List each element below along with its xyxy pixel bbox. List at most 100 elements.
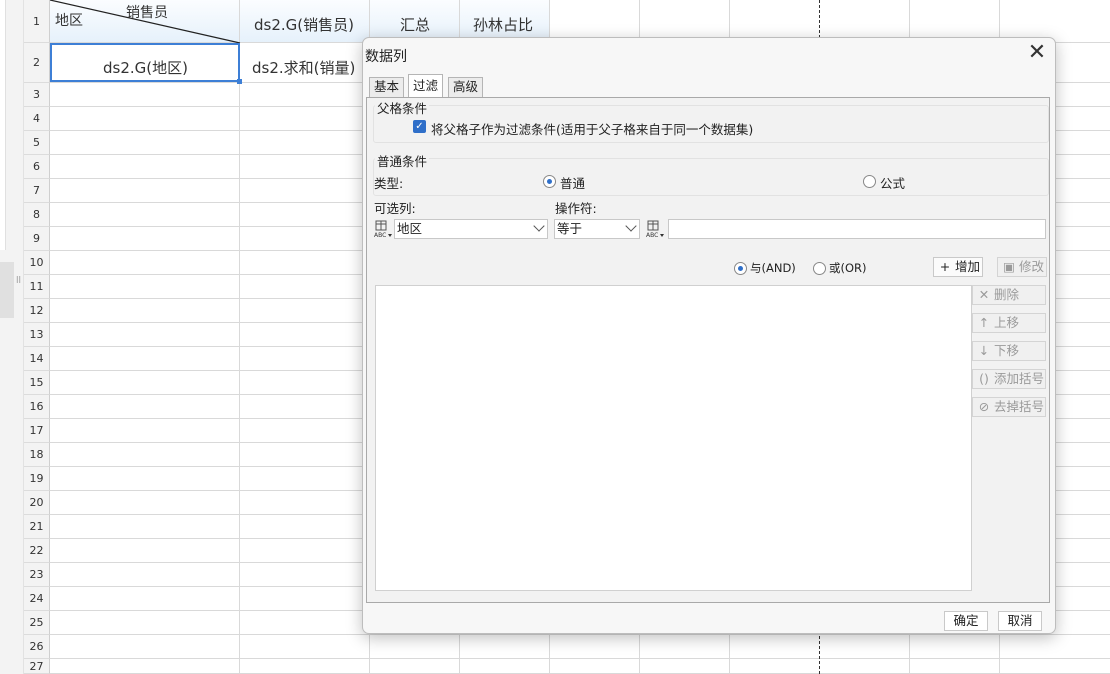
type-normal-label: 普通 (560, 176, 586, 191)
left-panel-strip: ll (0, 0, 24, 674)
abc-column-icon: ABC (374, 220, 392, 239)
normal-condition-title: 普通条件 (375, 151, 430, 170)
fill-handle[interactable] (237, 79, 242, 84)
row-number[interactable]: 9 (24, 227, 50, 251)
panel-resize-handle[interactable] (0, 262, 14, 318)
logic-or-label: 或(OR) (829, 261, 867, 275)
move-down-label: 下移 (994, 343, 1020, 358)
plus-icon: + (939, 259, 951, 274)
arrow-down-icon: ↓ (978, 343, 990, 358)
tab-basic[interactable]: 基本 (369, 77, 405, 97)
operator-label: 操作符: (555, 201, 597, 216)
chevron-down-icon (625, 220, 637, 232)
cell-b1[interactable]: ds2.G(销售员) (254, 14, 354, 35)
row-number[interactable]: 19 (24, 467, 50, 491)
left-panel-inner (0, 0, 6, 250)
column-label: 可选列: (374, 201, 416, 216)
type-label: 类型: (374, 176, 404, 191)
ok-button[interactable]: 确定 (944, 611, 988, 631)
add-condition-button[interactable]: + 增加 (933, 257, 983, 277)
dialog-title: 数据列 (365, 49, 407, 65)
row-number[interactable]: 26 (24, 635, 50, 659)
row-number[interactable]: 3 (24, 83, 50, 107)
logic-and-label: 与(AND) (750, 261, 796, 275)
row-number[interactable]: 10 (24, 251, 50, 275)
splitter-grip: ll (16, 276, 22, 286)
cell-d1[interactable]: 孙林占比 (473, 14, 533, 35)
arrow-up-icon: ↑ (978, 315, 990, 330)
row-number[interactable]: 13 (24, 323, 50, 347)
cell-b2[interactable]: ds2.求和(销量) (252, 57, 355, 78)
svg-text:ABC: ABC (646, 232, 658, 239)
header-cell-region[interactable]: 地区 (55, 10, 83, 30)
parent-filter-checkbox[interactable]: ✓ (413, 120, 426, 133)
row-number[interactable]: 22 (24, 539, 50, 563)
logic-or-radio[interactable] (813, 262, 826, 275)
logic-and-radio[interactable] (734, 262, 747, 275)
chevron-down-icon (533, 220, 545, 232)
type-normal-radio[interactable] (543, 175, 556, 188)
move-down-button[interactable]: ↓ 下移 (972, 341, 1046, 361)
modify-condition-button[interactable]: ▣ 修改 (997, 257, 1047, 277)
close-icon[interactable]: ✕ (1025, 42, 1049, 66)
svg-text:ABC: ABC (374, 232, 386, 239)
remove-bracket-icon: ⊘ (978, 399, 990, 414)
column-select-value: 地区 (397, 221, 423, 236)
row-number[interactable]: 2 (24, 43, 50, 83)
row-number[interactable]: 16 (24, 395, 50, 419)
row-number[interactable]: 6 (24, 155, 50, 179)
row-gridline (50, 658, 1110, 659)
add-condition-label: 增加 (955, 259, 981, 274)
move-up-label: 上移 (994, 315, 1020, 330)
x-icon: ✕ (978, 287, 990, 302)
column-select[interactable]: 地区 (394, 219, 548, 239)
tab-filter[interactable]: 过滤 (408, 74, 444, 97)
parent-filter-label: 将父格子作为过滤条件(适用于父子格来自于同一个数据集) (431, 122, 754, 137)
tab-advanced[interactable]: 高级 (448, 77, 484, 97)
row-number[interactable]: 17 (24, 419, 50, 443)
add-bracket-label: 添加括号 (994, 371, 1045, 386)
operator-select-value: 等于 (557, 221, 583, 236)
header-cell-salesperson[interactable]: 销售员 (126, 2, 168, 22)
row-number[interactable]: 23 (24, 563, 50, 587)
filter-tab-panel: 父格条件 ✓ 将父格子作为过滤条件(适用于父子格来自于同一个数据集) 普通条件 … (366, 97, 1050, 603)
cell-c1[interactable]: 汇总 (400, 14, 430, 35)
bracket-icon: () (979, 371, 989, 386)
row-number[interactable]: 11 (24, 275, 50, 299)
row-number[interactable]: 5 (24, 131, 50, 155)
data-column-dialog: 数据列 ✕ 基本 过滤 高级 父格条件 ✓ 将父格子作为过滤条件(适用于父子格来… (362, 37, 1056, 634)
row-number[interactable]: 1 (24, 0, 50, 43)
move-up-button[interactable]: ↑ 上移 (972, 313, 1046, 333)
normal-condition-group (373, 158, 1049, 196)
remove-bracket-button[interactable]: ⊘ 去掉括号 (972, 397, 1046, 417)
row-number[interactable]: 20 (24, 491, 50, 515)
row-number[interactable]: 14 (24, 347, 50, 371)
edit-icon: ▣ (1003, 259, 1015, 274)
row-number[interactable]: 7 (24, 179, 50, 203)
operator-select[interactable]: 等于 (554, 219, 640, 239)
row-number[interactable]: 21 (24, 515, 50, 539)
type-formula-label: 公式 (880, 176, 906, 191)
condition-value-input[interactable] (668, 219, 1046, 239)
row-number[interactable]: 18 (24, 443, 50, 467)
cancel-button[interactable]: 取消 (998, 611, 1042, 631)
row-number[interactable]: 24 (24, 587, 50, 611)
delete-label: 删除 (994, 287, 1020, 302)
condition-list[interactable] (375, 285, 972, 591)
row-number[interactable]: 12 (24, 299, 50, 323)
add-bracket-button[interactable]: () 添加括号 (972, 369, 1046, 389)
remove-bracket-label: 去掉括号 (994, 399, 1045, 414)
type-formula-radio[interactable] (863, 175, 876, 188)
row-number[interactable]: 27 (24, 659, 50, 674)
parent-condition-title: 父格条件 (375, 98, 430, 117)
row-number[interactable]: 15 (24, 371, 50, 395)
column-gridline (239, 0, 240, 674)
row-number[interactable]: 4 (24, 107, 50, 131)
modify-condition-label: 修改 (1019, 259, 1045, 274)
row-number[interactable]: 8 (24, 203, 50, 227)
abc-value-icon[interactable]: ABC (645, 219, 665, 239)
row-gridline (50, 634, 1110, 635)
row-number[interactable]: 25 (24, 611, 50, 635)
selected-cell-outline[interactable] (50, 43, 240, 82)
delete-button[interactable]: ✕ 删除 (972, 285, 1046, 305)
